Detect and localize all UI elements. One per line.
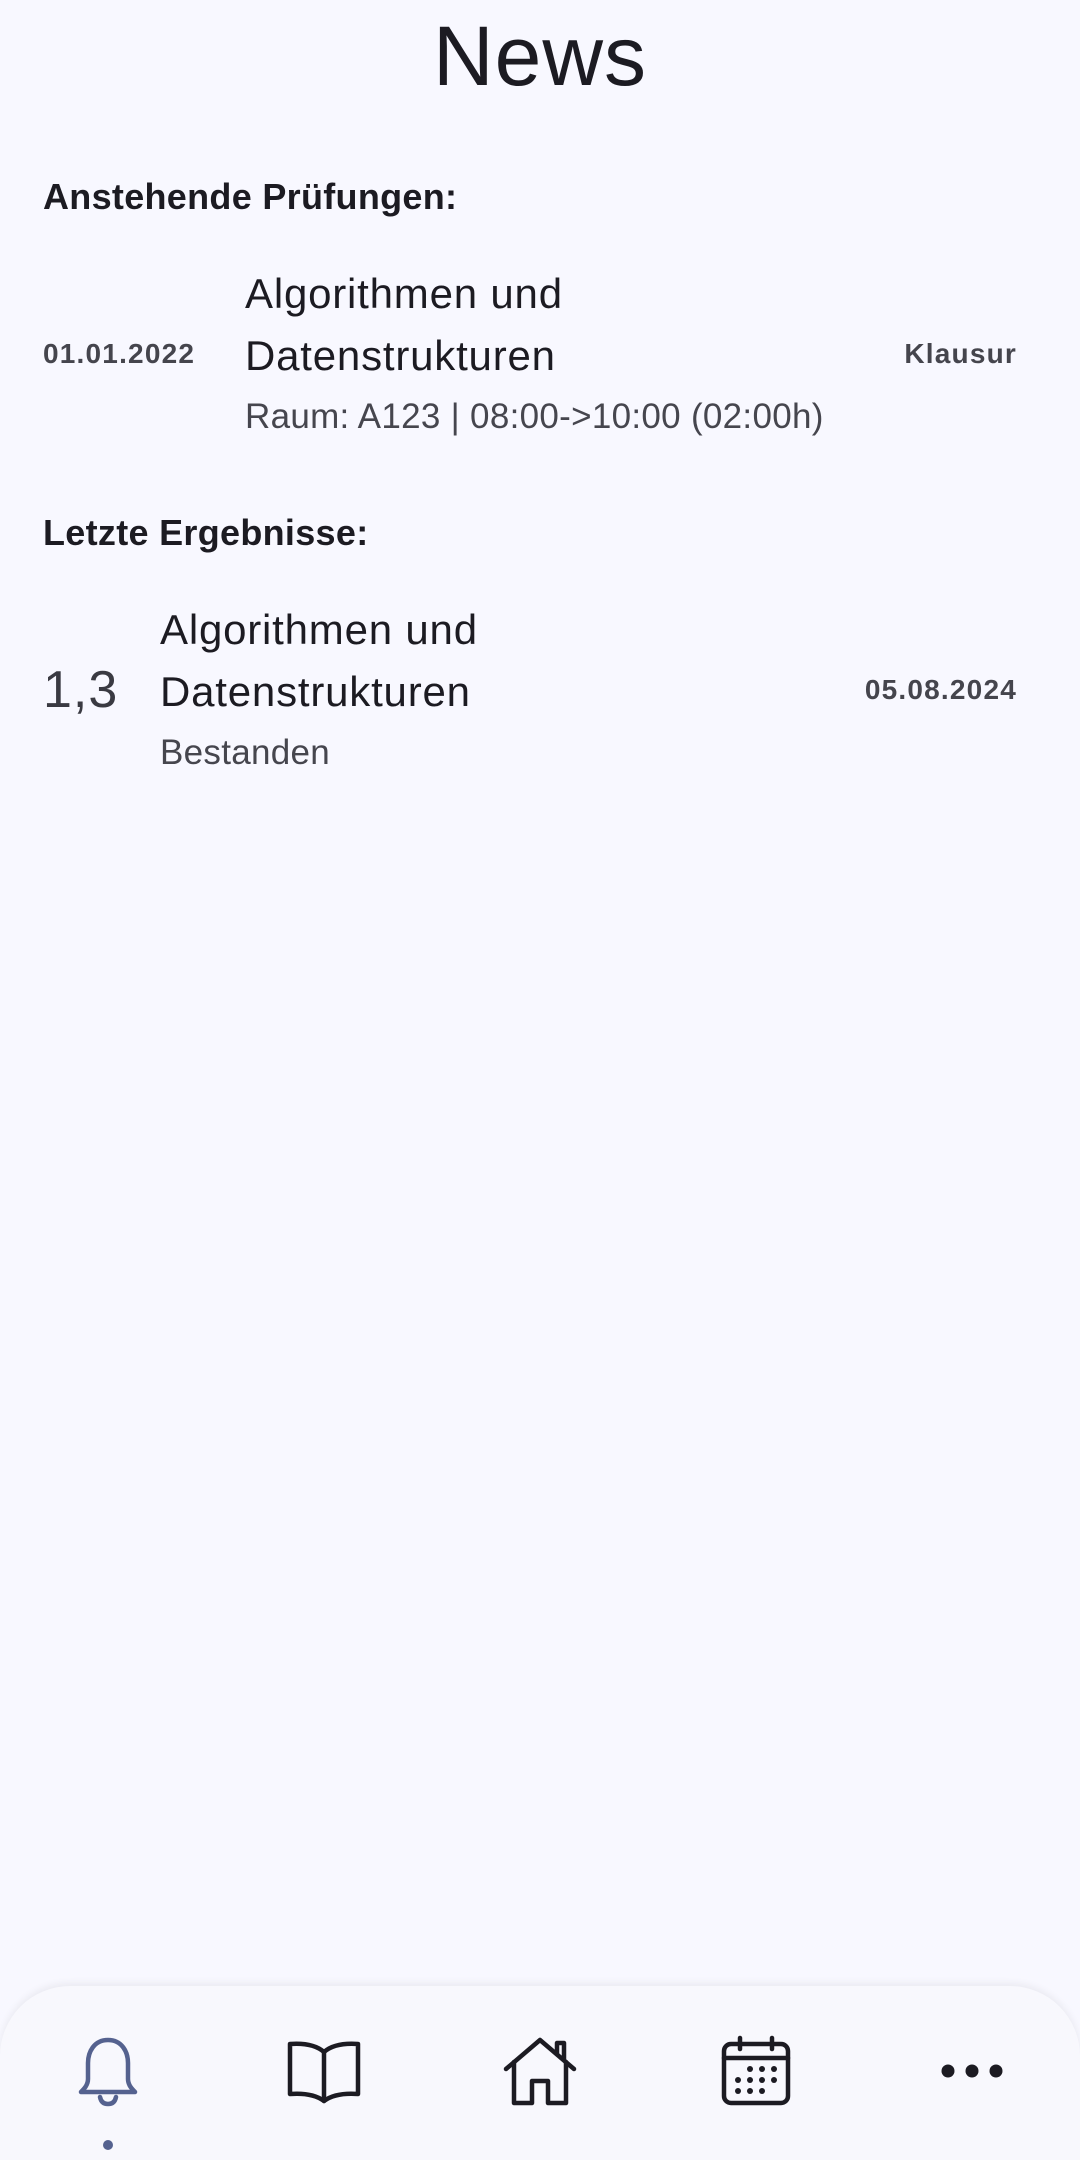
bottom-navigation-bar: [0, 1986, 1080, 2160]
exam-details: Raum: A123 | 08:00->10:00 (02:00h): [245, 397, 824, 436]
bell-icon: [76, 2035, 140, 2107]
result-title-line2: Datenstrukturen: [160, 668, 471, 715]
more-horizontal-icon: [940, 2061, 1004, 2081]
nav-news[interactable]: [58, 2026, 158, 2116]
upcoming-exam-item[interactable]: 01.01.2022 Algorithmen und Datenstruktur…: [0, 262, 1080, 452]
upcoming-exams-heading: Anstehende Prüfungen:: [43, 176, 458, 217]
page-title: News: [432, 9, 648, 103]
result-status: Bestanden: [160, 733, 331, 772]
active-indicator-dot: [103, 2140, 113, 2150]
exam-title-line1: Algorithmen und: [245, 270, 563, 317]
result-date: 05.08.2024: [864, 674, 1017, 705]
news-screen: News Anstehende Prüfungen: 01.01.2022 Al…: [0, 0, 1080, 2160]
calendar-icon: [720, 2035, 792, 2107]
nav-courses[interactable]: [274, 2026, 374, 2116]
home-icon: [502, 2035, 578, 2107]
result-title-line1: Algorithmen und: [160, 606, 478, 653]
book-icon: [286, 2038, 362, 2104]
exam-date: 01.01.2022: [43, 338, 196, 369]
result-grade: 1,3: [43, 661, 119, 719]
exam-title-line2: Datenstrukturen: [245, 332, 556, 379]
nav-home[interactable]: [490, 2026, 590, 2116]
exam-type: Klausur: [904, 338, 1017, 369]
nav-more[interactable]: [922, 2026, 1022, 2116]
latest-results-heading: Letzte Ergebnisse:: [43, 512, 369, 553]
result-item[interactable]: 1,3 Algorithmen und Datenstrukturen Best…: [0, 598, 1080, 788]
nav-calendar[interactable]: [706, 2026, 806, 2116]
